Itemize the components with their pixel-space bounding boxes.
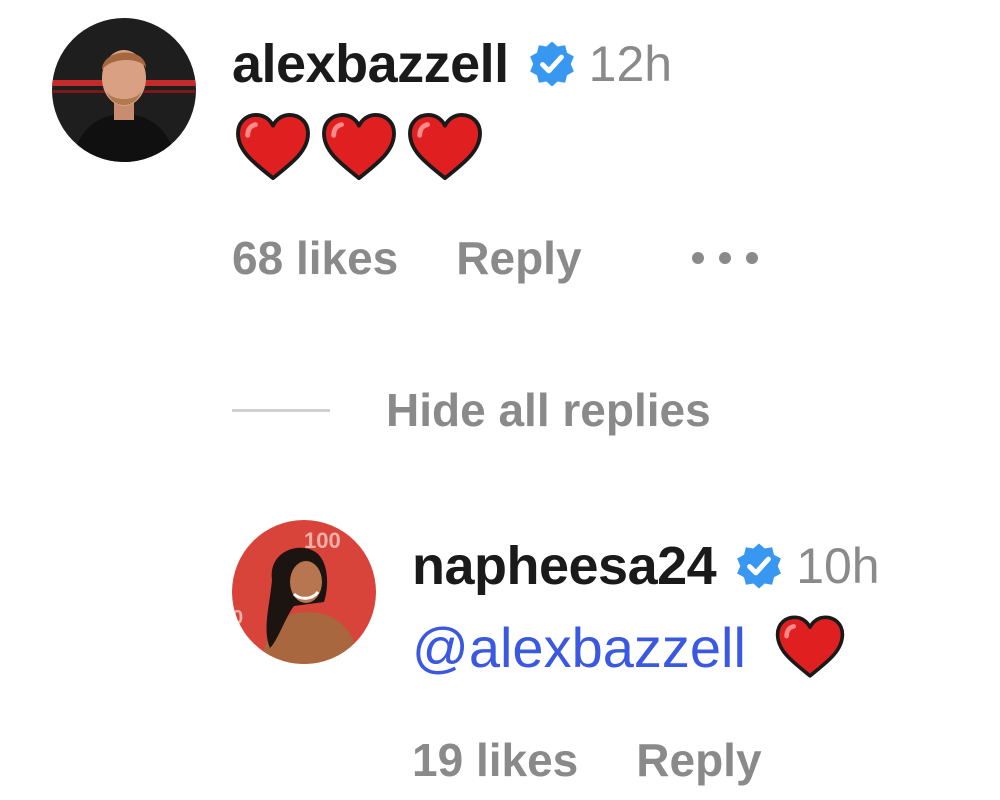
heart-emoji-icon xyxy=(234,112,312,182)
profile-photo xyxy=(52,18,196,162)
avatar-alexbazzell[interactable] xyxy=(52,18,196,162)
reply-button[interactable]: Reply xyxy=(456,231,581,285)
comment-header: alexbazzell 12h xyxy=(232,30,672,98)
heart-emoji-icon xyxy=(406,112,484,182)
comment-text xyxy=(234,112,484,182)
likes-count-button[interactable]: 19 likes xyxy=(412,733,578,787)
reply-actions: 19 likes Reply xyxy=(412,730,762,790)
avatar-napheesa24[interactable]: 100 0 xyxy=(232,520,376,664)
hide-replies-toggle[interactable]: Hide all replies xyxy=(232,380,711,440)
reply-header: napheesa24 10h xyxy=(412,532,880,600)
heart-emoji-icon xyxy=(320,112,398,182)
thread-divider xyxy=(232,408,330,412)
comment-timestamp: 12h xyxy=(588,36,673,92)
reply-timestamp: 10h xyxy=(796,538,880,594)
heart-emoji-icon xyxy=(774,614,846,680)
hide-replies-button[interactable]: Hide all replies xyxy=(386,383,711,437)
reply-button[interactable]: Reply xyxy=(636,733,761,787)
reply-username[interactable]: napheesa24 xyxy=(412,535,717,597)
profile-photo: 100 0 xyxy=(232,520,376,664)
comment-actions: 68 likes Reply xyxy=(232,228,760,288)
mention-link[interactable]: @alexbazzell xyxy=(412,615,746,680)
verified-badge-icon xyxy=(734,541,784,591)
svg-text:0: 0 xyxy=(232,607,243,629)
comment-username[interactable]: alexbazzell xyxy=(232,33,509,95)
comments-panel: alexbazzell 12h 68 likes Reply Hide all … xyxy=(0,0,1000,800)
reply-text: @alexbazzell xyxy=(412,612,846,682)
likes-count-button[interactable]: 68 likes xyxy=(232,231,398,285)
verified-badge-icon xyxy=(527,39,577,89)
more-horizontal-icon[interactable] xyxy=(690,248,760,268)
